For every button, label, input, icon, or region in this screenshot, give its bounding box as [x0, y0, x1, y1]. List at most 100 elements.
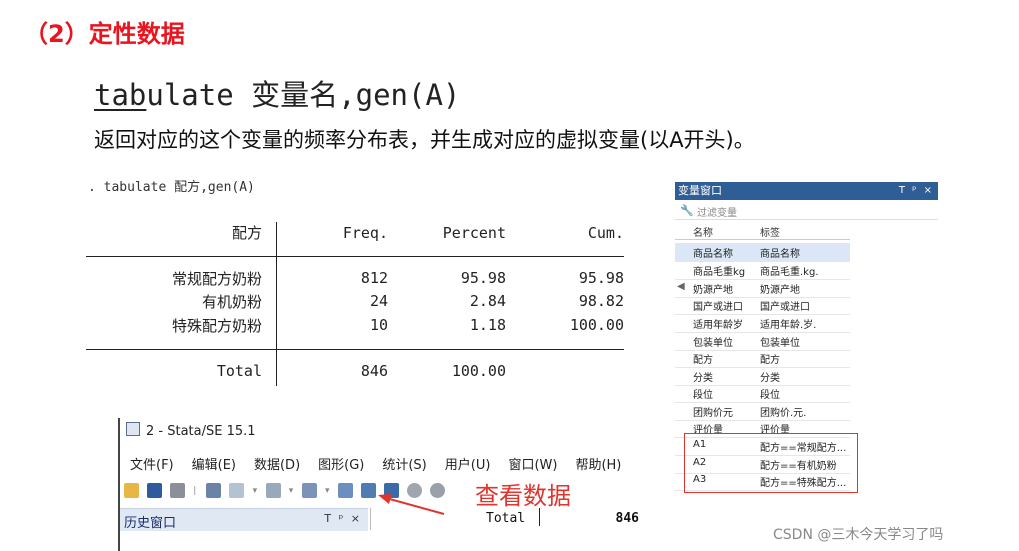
column-name-header[interactable]: 名称	[693, 224, 713, 239]
menu-edit[interactable]: 编辑(E)	[192, 458, 236, 473]
row-percent: 95.98	[460, 269, 506, 287]
row-percent: 1.18	[469, 316, 506, 334]
variable-name: 配方	[693, 355, 713, 366]
variable-name: 商品毛重kg	[693, 267, 746, 278]
syntax-line: tabulate 变量名,gen(A)	[94, 72, 460, 114]
row-label: 常规配方奶粉	[171, 270, 262, 288]
menu-window[interactable]: 窗口(W)	[508, 458, 557, 473]
generated-variables-highlight	[684, 433, 858, 493]
menu-graphics[interactable]: 图形(G)	[318, 458, 364, 473]
variable-label: 团购价.元.	[760, 408, 807, 419]
syntax-abbrev: tab	[94, 78, 147, 112]
variable-name: 包装单位	[693, 338, 733, 349]
save-icon[interactable]	[147, 483, 163, 498]
header-rule	[86, 256, 624, 257]
row-label: 有机奶粉	[201, 293, 262, 311]
history-window-title: 历史窗口	[124, 516, 177, 531]
variable-row[interactable]: 商品毛重kg 商品毛重.kg.	[675, 261, 850, 280]
window-controls[interactable]: T ᵖ ×	[899, 182, 934, 200]
stata-window-title: 2 - Stata/SE 15.1	[146, 424, 256, 439]
menu-file[interactable]: 文件(F)	[130, 458, 174, 473]
variable-label: 国产或进口	[760, 302, 810, 313]
total-freq: 846	[360, 362, 388, 380]
stata-command: . tabulate 配方,gen(A)	[88, 180, 255, 195]
stata-app-icon	[126, 422, 140, 436]
header-percent: Percent	[442, 224, 506, 242]
variable-list-header: 名称 标签	[675, 222, 850, 240]
variable-name: 国产或进口	[693, 302, 743, 313]
filter-variables-input[interactable]: 🔧 过滤变量	[675, 202, 938, 220]
variable-row[interactable]: 包装单位 包装单位	[675, 332, 850, 351]
variable-label: 配方	[760, 355, 780, 366]
stata-titlebar: 2 - Stata/SE 15.1	[126, 422, 256, 439]
graph-icon[interactable]	[265, 483, 281, 498]
column-label-header[interactable]: 标签	[760, 224, 780, 239]
dropdown-arrow-icon[interactable]: ▾	[325, 486, 333, 496]
variable-name: 适用年龄岁	[693, 320, 743, 331]
log-icon[interactable]	[206, 483, 222, 498]
variable-row[interactable]: 分类 分类	[675, 367, 850, 386]
do-file-editor-icon[interactable]	[301, 483, 317, 498]
viewer-icon[interactable]	[229, 483, 245, 498]
results-total-label: Total	[486, 511, 526, 526]
menu-help[interactable]: 帮助(H)	[575, 458, 621, 473]
header-freq: Freq.	[342, 224, 388, 242]
header-cum: Cum.	[587, 224, 624, 242]
row-freq: 10	[369, 316, 388, 334]
print-icon[interactable]	[170, 483, 186, 498]
variable-name: 商品名称	[693, 249, 733, 260]
syntax-cmd-rest: ulate	[146, 78, 252, 112]
variable-window-title: 变量窗口	[678, 184, 722, 197]
filter-placeholder: 过滤变量	[697, 208, 737, 219]
section-heading: （2）定性数据	[24, 20, 185, 48]
variable-label: 段位	[760, 390, 780, 401]
callout-text: 查看数据	[475, 482, 571, 510]
variable-window-titlebar: 变量窗口 T ᵖ ×	[675, 182, 938, 200]
variable-name: 分类	[693, 373, 713, 384]
header-variable: 配方	[231, 224, 262, 242]
back-arrow-icon[interactable]: ◀	[677, 281, 685, 292]
row-percent: 2.84	[469, 292, 506, 310]
wrench-icon[interactable]: 🔧	[680, 204, 694, 217]
dropdown-arrow-icon[interactable]: ▾	[253, 486, 261, 496]
history-window-controls[interactable]: T ᵖ ×	[324, 512, 362, 525]
syntax-varname: 变量名	[251, 78, 339, 112]
variable-row[interactable]: 配方 配方	[675, 349, 850, 368]
total-label: Total	[216, 362, 262, 380]
variable-label: 商品毛重.kg.	[760, 267, 819, 278]
stata-menubar: 文件(F) 编辑(E) 数据(D) 图形(G) 统计(S) 用户(U) 窗口(W) 帮助(H)	[130, 454, 639, 473]
history-window-header: 历史窗口 T ᵖ ×	[120, 508, 368, 531]
watermark: CSDN @三木今天学习了吗	[773, 527, 944, 543]
menu-statistics[interactable]: 统计(S)	[382, 458, 426, 473]
menu-data[interactable]: 数据(D)	[254, 458, 300, 473]
total-rule	[86, 349, 624, 350]
total-percent: 100.00	[451, 362, 506, 380]
row-cum: 100.00	[569, 316, 624, 334]
variable-name: 段位	[693, 390, 713, 401]
open-icon[interactable]	[124, 483, 139, 498]
variable-label: 商品名称	[760, 249, 800, 260]
variable-row[interactable]: 适用年龄岁 适用年龄.岁.	[675, 314, 850, 333]
row-cum: 95.98	[578, 269, 624, 287]
data-editor-edit-icon[interactable]	[338, 483, 354, 498]
variable-row[interactable]: 国产或进口 国产或进口	[675, 296, 850, 315]
variable-label: 包装单位	[760, 338, 800, 349]
toolbar-separator: |	[193, 485, 197, 496]
column-divider	[276, 222, 277, 386]
row-freq: 24	[369, 292, 388, 310]
variable-row[interactable]: 团购价元 团购价.元.	[675, 402, 850, 421]
row-cum: 98.82	[578, 292, 624, 310]
variable-label: 适用年龄.岁.	[760, 320, 817, 331]
variable-label: 奶源产地	[760, 285, 800, 296]
row-label: 特殊配方奶粉	[171, 317, 262, 335]
variable-row[interactable]: 段位 段位	[675, 384, 850, 403]
menu-user[interactable]: 用户(U)	[445, 458, 491, 473]
window-edge	[118, 418, 120, 551]
variable-row[interactable]: ◀ 奶源产地 奶源产地	[675, 279, 850, 298]
variable-name: 奶源产地	[693, 285, 733, 296]
variable-row[interactable]: 商品名称 商品名称	[675, 243, 850, 262]
results-total-value: 846	[615, 511, 639, 526]
variable-name: 团购价元	[693, 408, 733, 419]
dropdown-arrow-icon[interactable]: ▾	[289, 486, 297, 496]
arrow-icon	[378, 494, 445, 515]
